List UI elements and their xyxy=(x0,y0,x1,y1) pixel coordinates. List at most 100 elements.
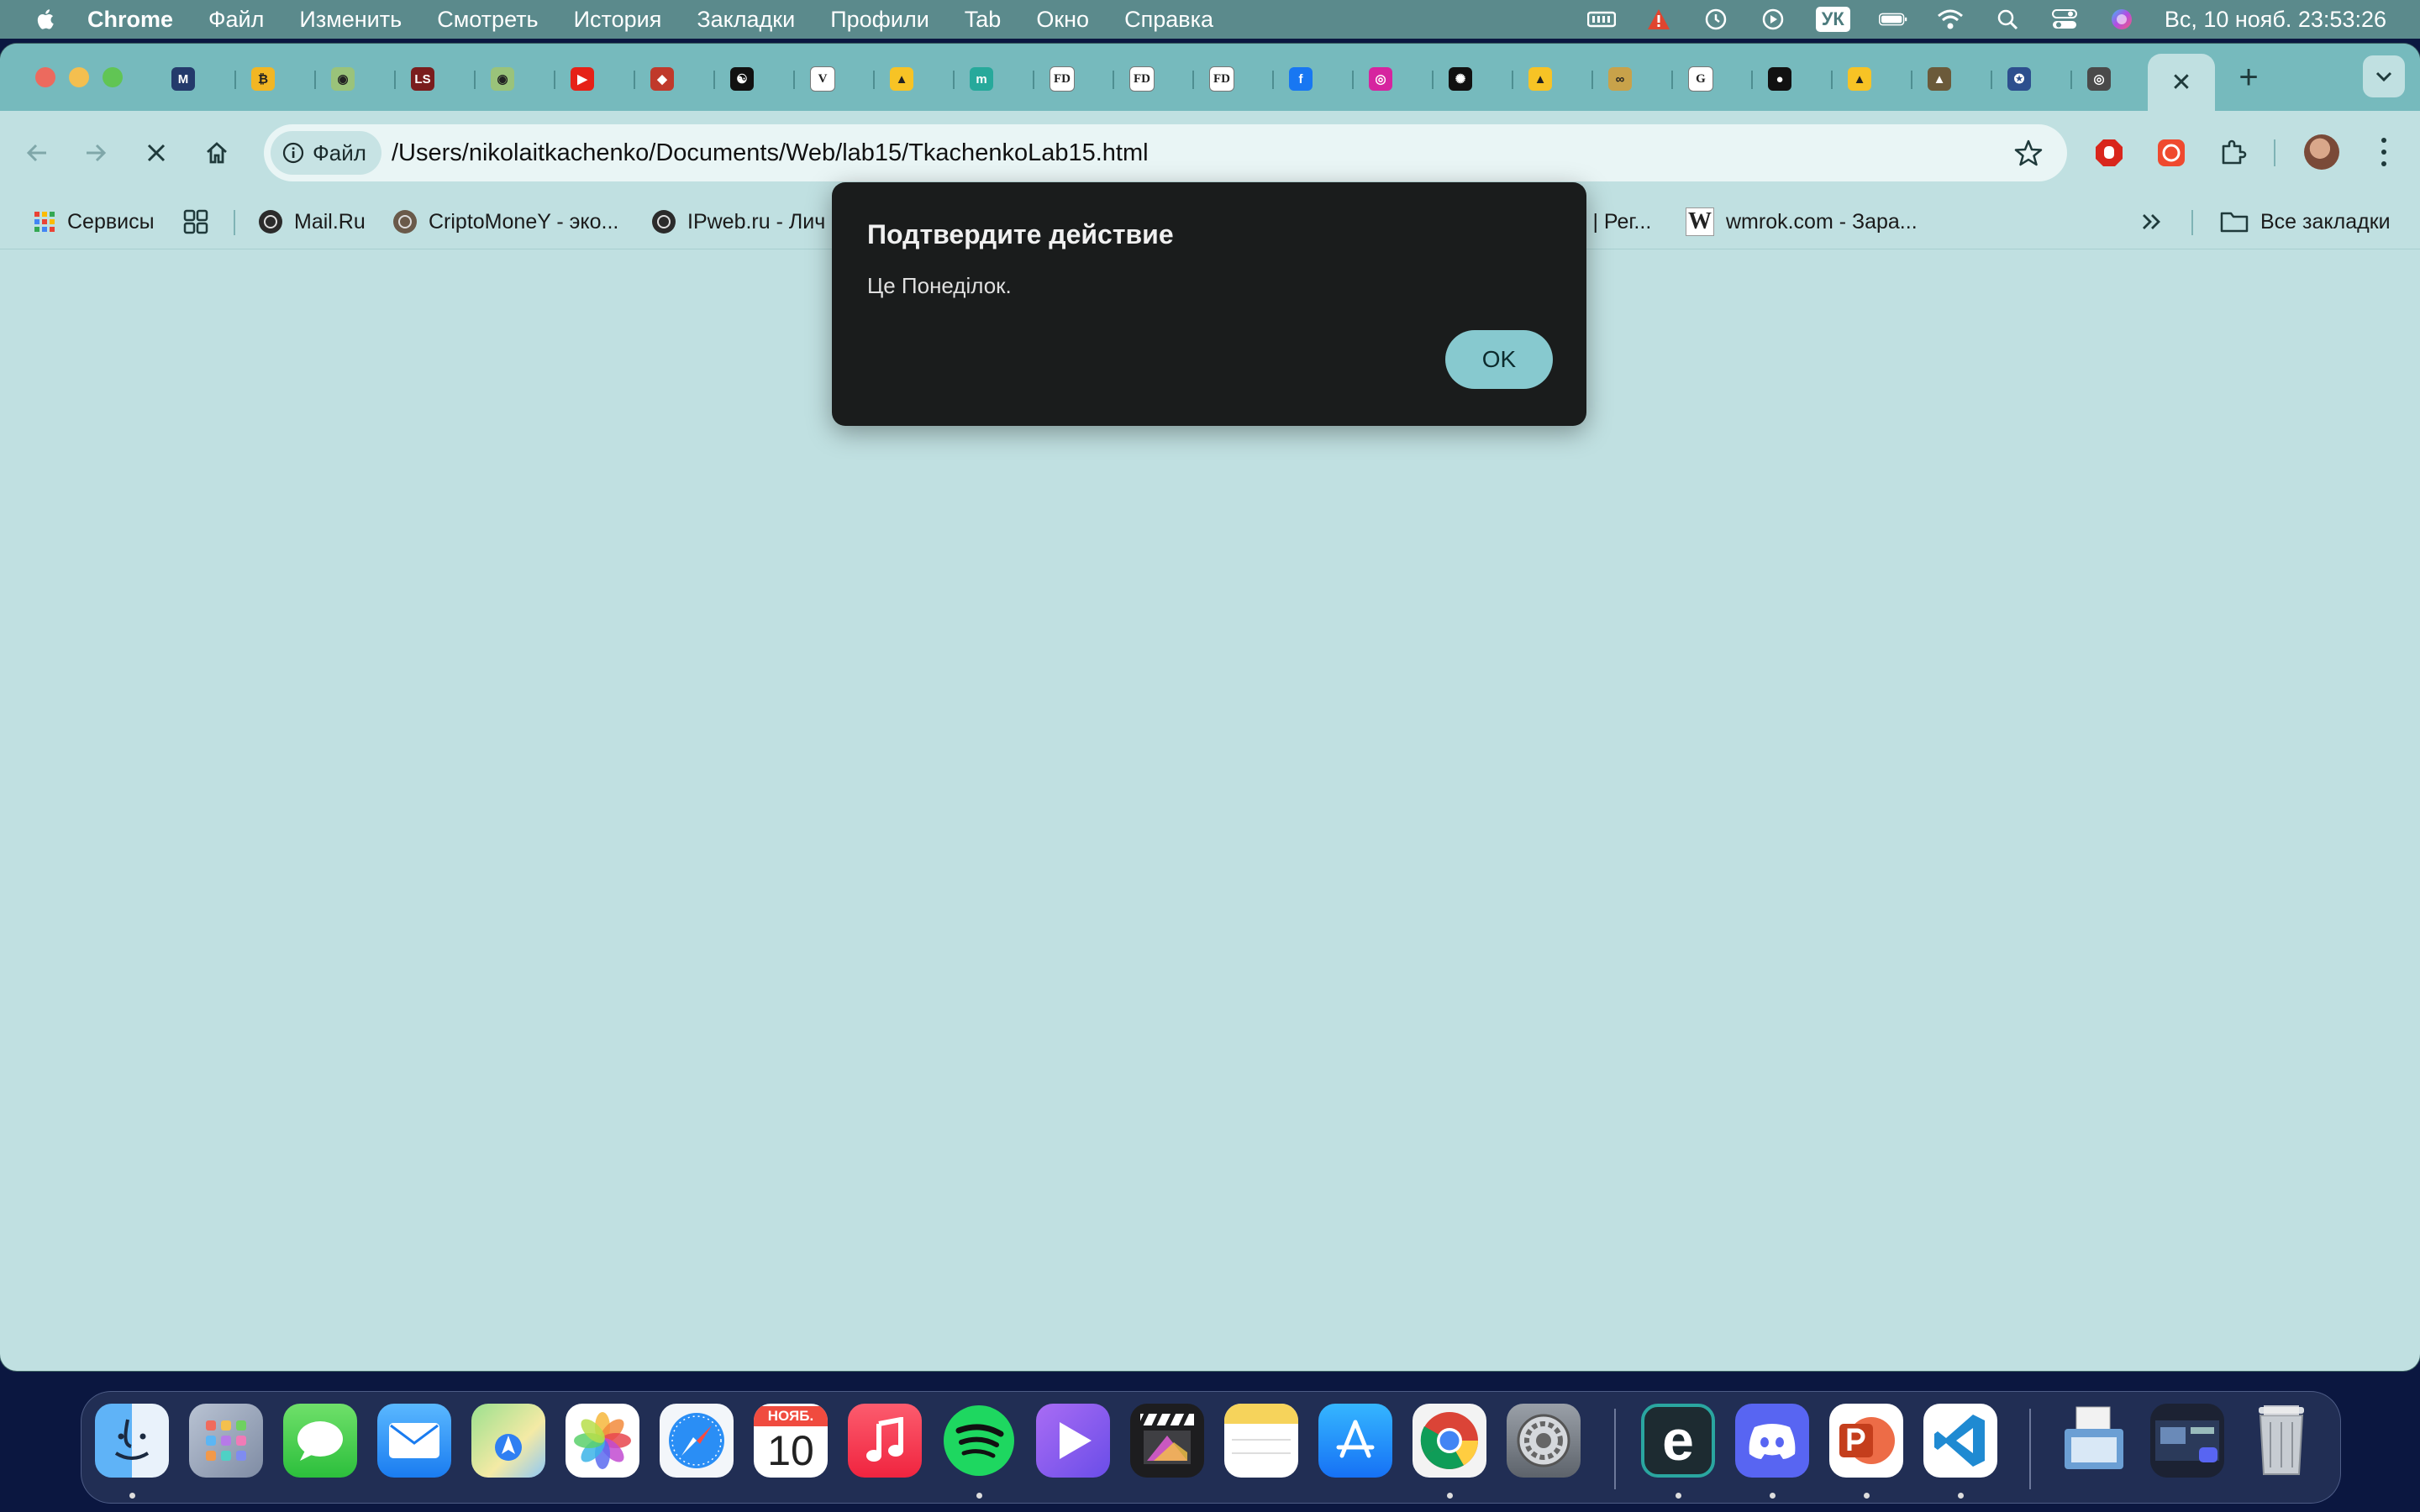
bookmark-star-icon[interactable] xyxy=(2013,138,2044,168)
home-button[interactable] xyxy=(195,131,239,175)
more-bookmarks-button[interactable] xyxy=(2141,195,2163,249)
site-info-chip[interactable]: Файл xyxy=(271,131,381,175)
mail-icon[interactable] xyxy=(377,1404,451,1478)
stop-loading-button[interactable] xyxy=(134,131,178,175)
maps-icon[interactable] xyxy=(471,1404,545,1478)
spotify-icon[interactable] xyxy=(942,1404,1016,1478)
ok-button[interactable]: OK xyxy=(1445,330,1553,389)
memory-icon[interactable] xyxy=(1586,8,1616,30)
tab-22[interactable]: ▲ xyxy=(1916,55,1996,102)
tab-13[interactable]: FD xyxy=(1197,55,1277,102)
screenshot-stack-icon[interactable] xyxy=(2150,1404,2224,1478)
minimize-window-button[interactable] xyxy=(69,67,89,87)
menu-tab[interactable]: Tab xyxy=(965,7,1002,33)
vscode-icon[interactable] xyxy=(1923,1404,1997,1478)
downloads-stack-icon[interactable] xyxy=(2056,1404,2130,1478)
battery-icon[interactable] xyxy=(1878,8,1907,30)
final-cut-icon[interactable] xyxy=(1130,1404,1204,1478)
profile-avatar[interactable] xyxy=(2304,134,2339,170)
browser-menu-icon[interactable] xyxy=(2371,134,2396,170)
menu-history[interactable]: История xyxy=(574,7,662,33)
menu-bookmarks[interactable]: Закладки xyxy=(697,7,795,33)
close-tab-icon[interactable]: ✕ xyxy=(2170,68,2191,97)
menu-window[interactable]: Окно xyxy=(1036,7,1089,33)
back-button[interactable] xyxy=(15,131,59,175)
tab-1[interactable]: ₿ xyxy=(239,55,319,102)
chrome-icon[interactable] xyxy=(1413,1404,1486,1478)
tab-20[interactable]: ● xyxy=(1756,55,1836,102)
play-icon[interactable] xyxy=(1759,8,1787,30)
menu-profiles[interactable]: Профили xyxy=(830,7,929,33)
tab-18[interactable]: ∞ xyxy=(1597,55,1676,102)
tab-search-button[interactable] xyxy=(2363,55,2405,97)
safari-icon[interactable] xyxy=(660,1404,734,1478)
tab-16[interactable]: ✺ xyxy=(1437,55,1517,102)
address-bar[interactable]: Файл /Users/nikolaitkachenko/Documents/W… xyxy=(264,124,2067,181)
all-bookmarks-button[interactable]: Все закладки xyxy=(2220,195,2391,249)
finder-icon[interactable] xyxy=(95,1404,169,1478)
discord-icon[interactable] xyxy=(1735,1404,1809,1478)
adblock-extension-icon[interactable] xyxy=(2092,136,2126,170)
siri-icon[interactable] xyxy=(2107,8,2136,30)
notes-icon[interactable] xyxy=(1224,1404,1298,1478)
extensions-puzzle-icon[interactable] xyxy=(2217,136,2250,170)
system-settings-icon[interactable] xyxy=(1507,1404,1581,1478)
tab-11[interactable]: FD xyxy=(1038,55,1118,102)
infuse-player-icon[interactable] xyxy=(1036,1404,1110,1478)
wifi-icon[interactable] xyxy=(1936,8,1965,30)
music-icon[interactable] xyxy=(848,1404,922,1478)
tab-9[interactable]: ▲ xyxy=(878,55,958,102)
trash-icon[interactable] xyxy=(2244,1404,2318,1478)
spotlight-search-icon[interactable] xyxy=(1993,8,2022,30)
tab-8[interactable]: V xyxy=(798,55,878,102)
calendar-icon[interactable]: НОЯБ. 10 xyxy=(754,1404,828,1478)
tab-10[interactable]: m xyxy=(958,55,1038,102)
tab-12[interactable]: FD xyxy=(1118,55,1197,102)
tab-7[interactable]: ☯ xyxy=(718,55,798,102)
bookmark-wmrok[interactable]: W wmrok.com - Зара... xyxy=(1686,195,1918,249)
tab-3[interactable]: LS xyxy=(399,55,479,102)
bookmark-services[interactable]: Сервисы xyxy=(34,195,155,249)
tab-14[interactable]: f xyxy=(1277,55,1357,102)
time-machine-icon[interactable] xyxy=(1702,8,1730,30)
powerpoint-icon[interactable] xyxy=(1829,1404,1903,1478)
tab-15[interactable]: ◎ xyxy=(1357,55,1437,102)
tab-19[interactable]: G xyxy=(1676,55,1756,102)
bookmark-criptomoney[interactable]: CriptoMoneY - эко... xyxy=(393,195,618,249)
bookmark-mailru[interactable]: Mail.Ru xyxy=(259,195,366,249)
launchpad-icon[interactable] xyxy=(189,1404,263,1478)
new-tab-button[interactable]: + xyxy=(2230,59,2267,96)
close-window-button[interactable] xyxy=(35,67,55,87)
tab-21[interactable]: ▲ xyxy=(1836,55,1916,102)
menu-file[interactable]: Файл xyxy=(208,7,264,33)
menu-edit[interactable]: Изменить xyxy=(299,7,402,33)
tab-23[interactable]: ✪ xyxy=(1996,55,2075,102)
eset-icon[interactable]: e xyxy=(1641,1404,1715,1478)
menu-help[interactable]: Справка xyxy=(1124,7,1213,33)
tab-2[interactable]: ◉ xyxy=(319,55,399,102)
tab-active[interactable]: ✕ xyxy=(2148,54,2215,111)
menubar-clock[interactable]: Вс, 10 нояб. 23:53:26 xyxy=(2165,7,2386,33)
warning-icon[interactable] xyxy=(1644,8,1673,30)
bookmark-tab-groups[interactable] xyxy=(183,195,208,249)
control-center-icon[interactable] xyxy=(2050,8,2079,30)
fullscreen-window-button[interactable] xyxy=(103,67,123,87)
menu-app-name[interactable]: Chrome xyxy=(87,7,173,33)
menu-view[interactable]: Смотреть xyxy=(437,7,538,33)
record-extension-icon[interactable] xyxy=(2154,136,2188,170)
tab-6[interactable]: ◆ xyxy=(639,55,718,102)
tab-0[interactable]: M xyxy=(160,55,239,102)
tab-24[interactable]: ◎ xyxy=(2075,55,2155,102)
messages-icon[interactable] xyxy=(283,1404,357,1478)
photos-icon[interactable] xyxy=(566,1404,639,1478)
bookmark-reg[interactable]: s | Рег... xyxy=(1576,195,1651,249)
tab-4[interactable]: ◉ xyxy=(479,55,559,102)
url-text[interactable]: /Users/nikolaitkachenko/Documents/Web/la… xyxy=(392,124,1149,181)
bookmark-ipweb[interactable]: IPweb.ru - Лич xyxy=(652,195,825,249)
tab-17[interactable]: ▲ xyxy=(1517,55,1597,102)
forward-button[interactable] xyxy=(74,131,118,175)
keyboard-layout-badge[interactable]: УК xyxy=(1815,7,1850,32)
app-store-icon[interactable] xyxy=(1318,1404,1392,1478)
apple-icon[interactable] xyxy=(34,7,59,32)
tab-5[interactable]: ▶ xyxy=(559,55,639,102)
